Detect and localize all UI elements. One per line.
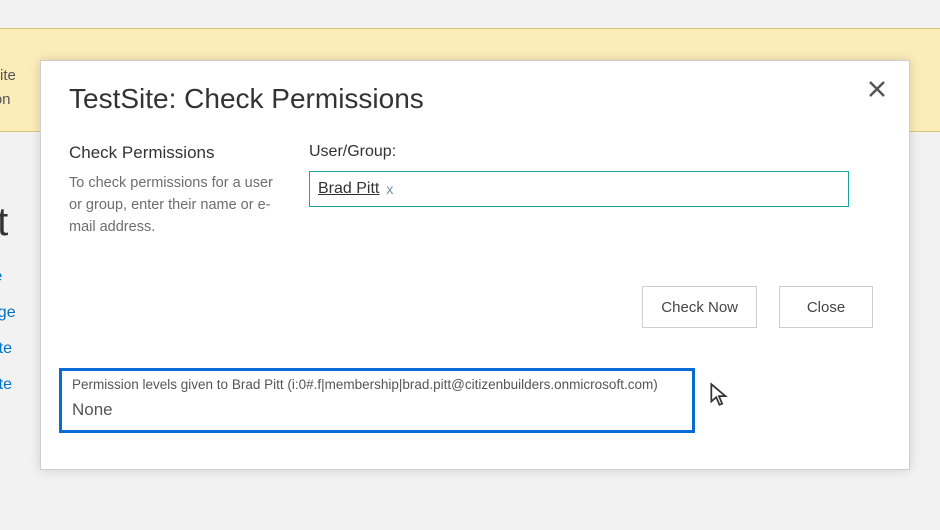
check-permissions-dialog: TestSite: Check Permissions Check Permis… bbox=[40, 60, 910, 470]
section-heading: Check Permissions bbox=[69, 143, 279, 163]
picker-token[interactable]: Brad Pitt bbox=[318, 179, 379, 199]
form-row: Check Permissions To check permissions f… bbox=[69, 143, 883, 238]
user-group-label: User/Group: bbox=[309, 143, 883, 161]
check-now-button[interactable]: Check Now bbox=[642, 286, 757, 328]
token-remove-icon[interactable]: x bbox=[386, 181, 393, 197]
results-header: Permission levels given to Brad Pitt (i:… bbox=[72, 377, 682, 392]
dialog-button-row: Check Now Close bbox=[69, 286, 883, 328]
page-title-fragment: tt bbox=[0, 200, 8, 245]
nav-item[interactable]: tSite bbox=[0, 340, 16, 358]
dialog-title: TestSite: Check Permissions bbox=[69, 83, 883, 115]
left-nav: me nage tSite tSite bbox=[0, 268, 16, 412]
banner-text-line2: ation bbox=[0, 91, 11, 108]
cursor-icon bbox=[709, 382, 731, 413]
nav-item[interactable]: nage bbox=[0, 304, 16, 322]
close-icon[interactable] bbox=[867, 79, 887, 104]
form-right-column: User/Group: Brad Pitt x bbox=[309, 143, 883, 207]
banner-text-line1: e site bbox=[0, 67, 16, 84]
nav-item[interactable]: me bbox=[0, 268, 16, 286]
user-group-input[interactable] bbox=[405, 175, 840, 203]
close-button[interactable]: Close bbox=[779, 286, 873, 328]
form-left-column: Check Permissions To check permissions f… bbox=[69, 143, 279, 238]
help-text: To check permissions for a user or group… bbox=[69, 173, 279, 238]
results-value: None bbox=[72, 400, 682, 420]
permission-results-box: Permission levels given to Brad Pitt (i:… bbox=[59, 368, 695, 433]
nav-item[interactable]: tSite bbox=[0, 376, 16, 394]
user-group-picker[interactable]: Brad Pitt x bbox=[309, 171, 849, 207]
